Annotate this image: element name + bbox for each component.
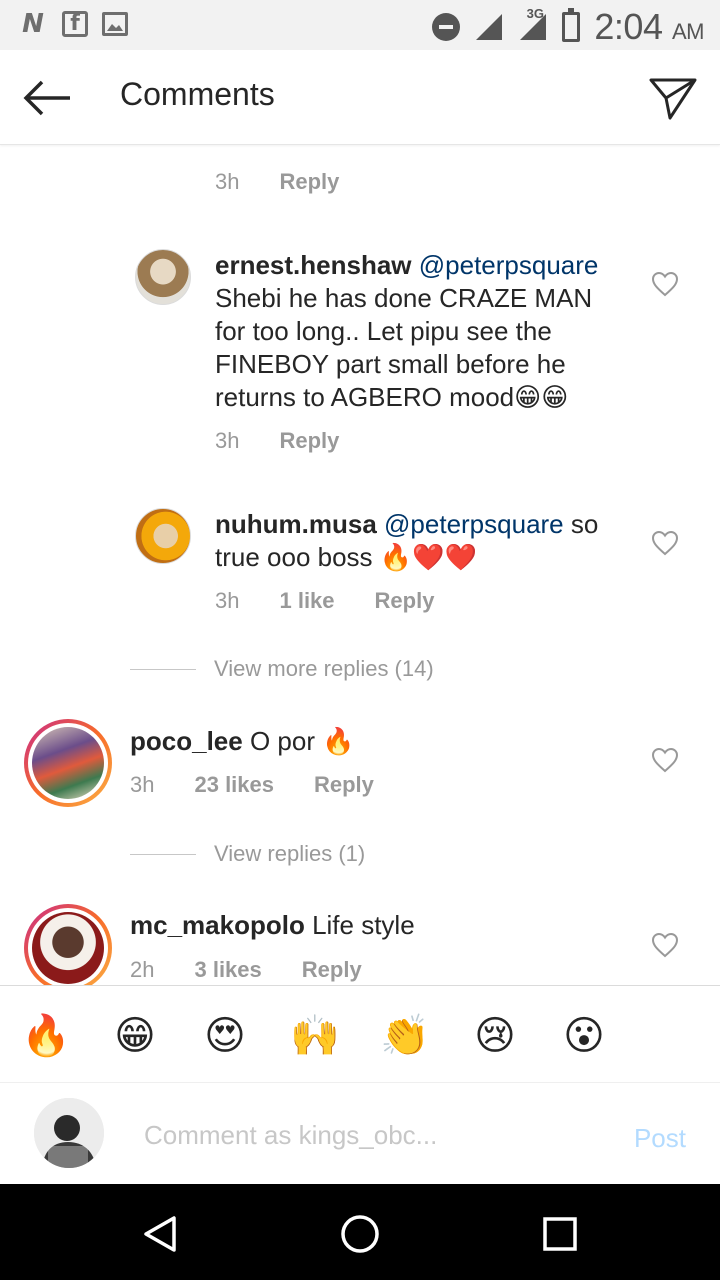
comment-meta: 3h Reply <box>215 169 339 195</box>
comment-mention[interactable]: @peterpsquare <box>419 250 599 280</box>
reply-button[interactable]: Reply <box>314 772 374 798</box>
clock: 2:04 AM <box>594 6 704 47</box>
likes-count[interactable]: 1 like <box>279 588 334 614</box>
comment-composer: Post <box>0 1083 720 1184</box>
comment-text-line: FINEBOY part small before he <box>215 349 566 379</box>
comment-time: 3h <box>215 588 240 613</box>
signal-3g-icon <box>520 14 547 40</box>
like-heart-icon[interactable] <box>651 932 679 958</box>
like-heart-icon[interactable] <box>651 271 679 297</box>
comment-username[interactable]: mc_makopolo <box>130 910 305 940</box>
likes-count[interactable]: 23 likes <box>194 772 274 798</box>
n-app-icon: N <box>22 9 44 39</box>
post-button[interactable]: Post <box>634 1123 686 1154</box>
surprised-emoji-button[interactable]: 😮 <box>558 1010 610 1062</box>
comment-time: 3h <box>130 772 155 797</box>
comment-body: poco_lee O por 🔥 <box>130 725 610 758</box>
image-icon <box>102 12 128 36</box>
comment-username[interactable]: ernest.henshaw <box>215 250 412 280</box>
my-avatar <box>34 1098 104 1168</box>
comment-time: 3h <box>215 169 240 194</box>
comment-text-line: returns to AGBERO mood😁😁 <box>215 382 569 412</box>
comment-body: nuhum.musa @peterpsquare so true ooo bos… <box>215 508 635 574</box>
reply-button[interactable]: Reply <box>302 957 362 983</box>
comment-text: so <box>570 509 599 539</box>
comment-text-line: true ooo boss 🔥❤️❤️ <box>215 542 477 572</box>
like-heart-icon[interactable] <box>651 747 679 773</box>
fire-emoji-button[interactable]: 🔥 <box>20 1010 72 1062</box>
comment-meta: 3h Reply <box>215 428 339 454</box>
direct-share-icon[interactable] <box>648 74 698 122</box>
comment-username[interactable]: poco_lee <box>130 726 243 756</box>
divider <box>130 668 196 670</box>
likes-count[interactable]: 3 likes <box>194 957 261 983</box>
reply-button[interactable]: Reply <box>279 169 339 195</box>
battery-icon <box>562 8 581 42</box>
signal-icon <box>476 14 503 40</box>
comment-text-line: Shebi he has done CRAZE MAN <box>215 283 593 313</box>
avatar-story-ring[interactable] <box>24 904 112 985</box>
do-not-disturb-icon <box>432 13 461 41</box>
comment-input[interactable] <box>144 1113 604 1157</box>
reply-button[interactable]: Reply <box>375 588 435 614</box>
comments-header: Comments <box>0 50 720 145</box>
avatar[interactable] <box>135 508 191 564</box>
raised-hands-emoji-button[interactable]: 🙌 <box>289 1010 341 1062</box>
nav-home-icon[interactable] <box>338 1212 382 1256</box>
grinning-emoji-button[interactable]: 😁 <box>109 1010 161 1062</box>
quick-emoji-bar: 🔥 😁 😍 🙌 👏 😢 😮 <box>0 985 720 1083</box>
avatar-story-ring[interactable] <box>24 719 112 807</box>
clapping-emoji-button[interactable]: 👏 <box>379 1010 431 1062</box>
nav-back-icon[interactable] <box>138 1212 182 1256</box>
divider <box>130 853 196 855</box>
nav-recents-icon[interactable] <box>538 1212 582 1256</box>
comment-body: ernest.henshaw @peterpsquare Shebi he ha… <box>215 249 635 414</box>
comments-list[interactable]: 3h Reply ernest.henshaw @peterpsquare Sh… <box>0 145 720 985</box>
heart-eyes-emoji-button[interactable]: 😍 <box>199 1010 251 1062</box>
view-more-replies-button[interactable]: View more replies (14) <box>130 656 434 682</box>
comment-meta: 2h 3 likes Reply <box>130 957 362 983</box>
comment-time: 3h <box>215 428 240 453</box>
back-arrow-icon[interactable] <box>20 74 76 122</box>
comment-username[interactable]: nuhum.musa <box>215 509 377 539</box>
view-more-replies-label: View more replies (14) <box>214 656 434 681</box>
reply-button[interactable]: Reply <box>279 428 339 454</box>
view-replies-button[interactable]: View replies (1) <box>130 841 365 867</box>
avatar[interactable] <box>135 249 191 305</box>
comment-time: 2h <box>130 957 155 982</box>
comment-meta: 3h 1 like Reply <box>215 588 434 614</box>
view-replies-label: View replies (1) <box>214 841 366 866</box>
status-bar: N f 3G 2:04 AM <box>0 0 720 50</box>
comment-text: Life style <box>312 910 415 940</box>
crying-emoji-button[interactable]: 😢 <box>469 1010 521 1062</box>
like-heart-icon[interactable] <box>651 530 679 556</box>
comment-body: mc_makopolo Life style <box>130 909 610 942</box>
comment-text: O por 🔥 <box>249 726 355 756</box>
comment-text-line: for too long.. Let pipu see the <box>215 316 552 346</box>
system-navigation-bar <box>0 1184 720 1280</box>
flipboard-icon: f <box>62 11 88 37</box>
page-title: Comments <box>120 76 275 112</box>
comment-meta: 3h 23 likes Reply <box>130 772 374 798</box>
comment-mention[interactable]: @peterpsquare <box>384 509 564 539</box>
